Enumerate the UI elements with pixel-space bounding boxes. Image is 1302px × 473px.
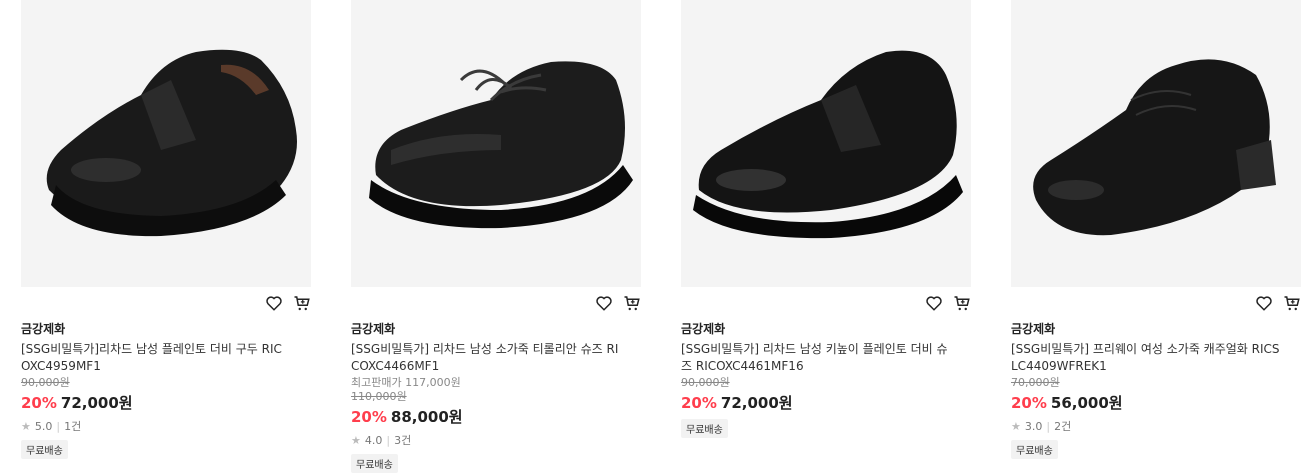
discount-rate: 20% — [351, 408, 387, 426]
review-count: 1건 — [64, 420, 82, 433]
product-name-line: 즈 RICOXC4461MF16 — [681, 359, 804, 373]
free-shipping-badge: 무료배송 — [1011, 440, 1058, 459]
product-card[interactable]: 금강제화 [SSG비밀특가] 리차드 남성 키높이 플레인토 더비 슈 즈 RI… — [681, 0, 971, 465]
sale-price: 72,000원 — [720, 394, 793, 412]
product-card[interactable]: 금강제화 [SSG비밀특가]리차드 남성 플레인토 더비 구두 RIC OXC4… — [21, 0, 311, 465]
brand-name[interactable]: 금강제화 — [21, 320, 65, 337]
heart-icon[interactable] — [925, 294, 943, 312]
free-shipping-badge: 무료배송 — [351, 454, 398, 473]
sale-price: 56,000원 — [1050, 394, 1123, 412]
brand-name[interactable]: 금강제화 — [1011, 320, 1055, 337]
star-icon: ★ — [1011, 419, 1021, 433]
product-image[interactable] — [681, 0, 971, 287]
product-name-line: OXC4959MF1 — [21, 359, 101, 373]
product-name-line: COXC4466MF1 — [351, 359, 440, 373]
max-price: 최고판매가 117,000원 — [351, 376, 461, 389]
product-name[interactable]: [SSG비밀특가] 리차드 남성 키높이 플레인토 더비 슈 즈 RICOXC4… — [681, 341, 956, 375]
cart-icon[interactable] — [293, 294, 311, 312]
heart-icon[interactable] — [265, 294, 283, 312]
shoe-image — [693, 50, 963, 239]
review-summary: ★ 4.0 | 3건 — [351, 432, 641, 448]
review-summary: ★ 5.0 | 1건 — [21, 418, 311, 434]
shoe-image — [369, 61, 633, 229]
product-image[interactable] — [21, 0, 311, 287]
original-price: 110,000원 — [351, 390, 407, 403]
cart-icon[interactable] — [953, 294, 971, 312]
product-card[interactable]: 금강제화 [SSG비밀특가] 프리웨이 여성 소가죽 캐주얼화 RICS LC4… — [1011, 0, 1301, 465]
rating: 3.0 — [1024, 419, 1043, 433]
product-name[interactable]: [SSG비밀특가] 리차드 남성 소가죽 티롤리안 슈즈 RI COXC4466… — [351, 341, 626, 375]
review-count: 2건 — [1054, 420, 1072, 433]
rating: 5.0 — [34, 419, 53, 433]
heart-icon[interactable] — [1255, 294, 1273, 312]
rating: 4.0 — [364, 433, 383, 447]
brand-name[interactable]: 금강제화 — [681, 320, 725, 337]
product-name-line: [SSG비밀특가] 리차드 남성 키높이 플레인토 더비 슈 — [681, 342, 948, 356]
cart-icon[interactable] — [1283, 294, 1301, 312]
review-summary: ★ 3.0 | 2건 — [1011, 418, 1301, 434]
product-name[interactable]: [SSG비밀특가]리차드 남성 플레인토 더비 구두 RIC OXC4959MF… — [21, 341, 296, 375]
product-name-line: [SSG비밀특가]리차드 남성 플레인토 더비 구두 RIC — [21, 342, 282, 356]
product-card[interactable]: 금강제화 [SSG비밀특가] 리차드 남성 소가죽 티롤리안 슈즈 RI COX… — [351, 0, 641, 473]
star-icon: ★ — [351, 433, 361, 447]
original-price: 90,000원 — [21, 376, 70, 389]
product-name-line: LC4409WFREK1 — [1011, 359, 1107, 373]
divider: | — [56, 419, 61, 433]
cart-icon[interactable] — [623, 294, 641, 312]
discount-rate: 20% — [1011, 394, 1047, 412]
shoe-image — [1033, 59, 1276, 236]
product-name-line: [SSG비밀특가] 프리웨이 여성 소가죽 캐주얼화 RICS — [1011, 342, 1280, 356]
original-price: 90,000원 — [681, 376, 730, 389]
divider: | — [1046, 419, 1051, 433]
star-icon: ★ — [21, 419, 31, 433]
shoe-image — [46, 49, 297, 237]
product-name-line: [SSG비밀특가] 리차드 남성 소가죽 티롤리안 슈즈 RI — [351, 342, 619, 356]
sale-price: 88,000원 — [390, 408, 463, 426]
brand-name[interactable]: 금강제화 — [351, 320, 395, 337]
original-price: 70,000원 — [1011, 376, 1060, 389]
sale-price: 72,000원 — [60, 394, 133, 412]
heart-icon[interactable] — [595, 294, 613, 312]
product-image[interactable] — [1011, 0, 1301, 287]
discount-rate: 20% — [681, 394, 717, 412]
product-name[interactable]: [SSG비밀특가] 프리웨이 여성 소가죽 캐주얼화 RICS LC4409WF… — [1011, 341, 1286, 375]
product-image[interactable] — [351, 0, 641, 287]
discount-rate: 20% — [21, 394, 57, 412]
free-shipping-badge: 무료배송 — [21, 440, 68, 459]
review-count: 3건 — [394, 434, 412, 447]
free-shipping-badge: 무료배송 — [681, 419, 728, 438]
divider: | — [386, 433, 391, 447]
